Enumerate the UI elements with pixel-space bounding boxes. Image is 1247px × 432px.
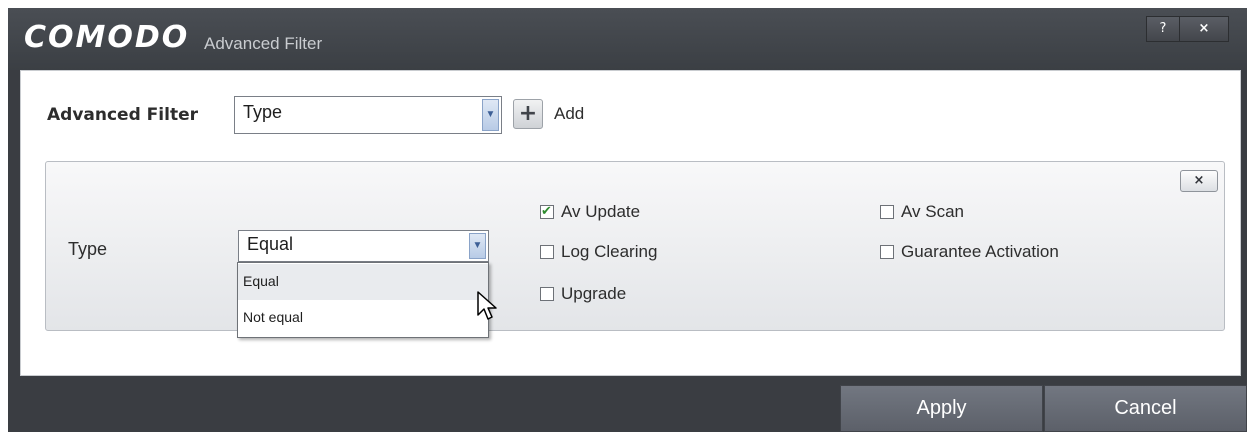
option-label: Av Update	[561, 202, 641, 221]
checkbox-icon[interactable]	[540, 245, 554, 259]
option-guarantee-activation[interactable]: Guarantee Activation	[880, 242, 1059, 262]
comodo-logo: COMODO	[24, 20, 190, 55]
checkbox-icon[interactable]	[880, 245, 894, 259]
mouse-cursor-icon	[477, 291, 497, 320]
option-label: Upgrade	[561, 284, 627, 303]
advanced-filter-label: Advanced Filter	[47, 105, 198, 125]
advanced-filter-window: COMODO Advanced Filter ? × Advanced Filt…	[8, 8, 1247, 432]
add-label[interactable]: Add	[554, 104, 584, 124]
help-button[interactable]: ?	[1146, 16, 1180, 42]
filter-type-value: Type	[243, 102, 283, 122]
remove-condition-button[interactable]: ×	[1180, 170, 1218, 192]
condition-field-label: Type	[68, 239, 108, 259]
window-title: Advanced Filter	[204, 34, 323, 53]
checkbox-icon[interactable]	[880, 205, 894, 219]
checkbox-checked-icon[interactable]	[540, 203, 554, 219]
option-av-scan[interactable]: Av Scan	[880, 202, 964, 222]
title-bar: COMODO Advanced Filter ? ×	[8, 8, 1247, 70]
chevron-down-icon[interactable]: ▼	[482, 99, 499, 131]
dropdown-item-not-equal[interactable]: Not equal	[238, 300, 488, 336]
filter-condition-panel: × Type Equal ▼ Av Update Av Scan Log Cle…	[45, 161, 1225, 331]
operator-value: Equal	[247, 234, 294, 254]
filter-type-select[interactable]: Type ▼	[234, 96, 502, 134]
option-label: Log Clearing	[561, 242, 658, 261]
cancel-button[interactable]: Cancel	[1044, 385, 1247, 432]
window-close-button[interactable]: ×	[1179, 16, 1229, 42]
checkbox-icon[interactable]	[540, 287, 554, 301]
option-label: Av Scan	[901, 202, 965, 221]
operator-select[interactable]: Equal ▼	[238, 230, 489, 262]
apply-button[interactable]: Apply	[840, 385, 1043, 432]
add-button[interactable]: +	[513, 99, 543, 129]
option-label: Guarantee Activation	[901, 242, 1059, 261]
option-log-clearing[interactable]: Log Clearing	[540, 242, 657, 262]
dropdown-item-equal[interactable]: Equal	[238, 264, 488, 300]
plus-icon: +	[518, 101, 538, 126]
filter-content-area: Advanced Filter Type ▼ + Add × Type Equa…	[20, 70, 1241, 376]
option-upgrade[interactable]: Upgrade	[540, 284, 626, 304]
chevron-down-icon[interactable]: ▼	[469, 233, 486, 259]
operator-dropdown-list: Equal Not equal	[237, 262, 489, 338]
option-av-update[interactable]: Av Update	[540, 202, 640, 222]
